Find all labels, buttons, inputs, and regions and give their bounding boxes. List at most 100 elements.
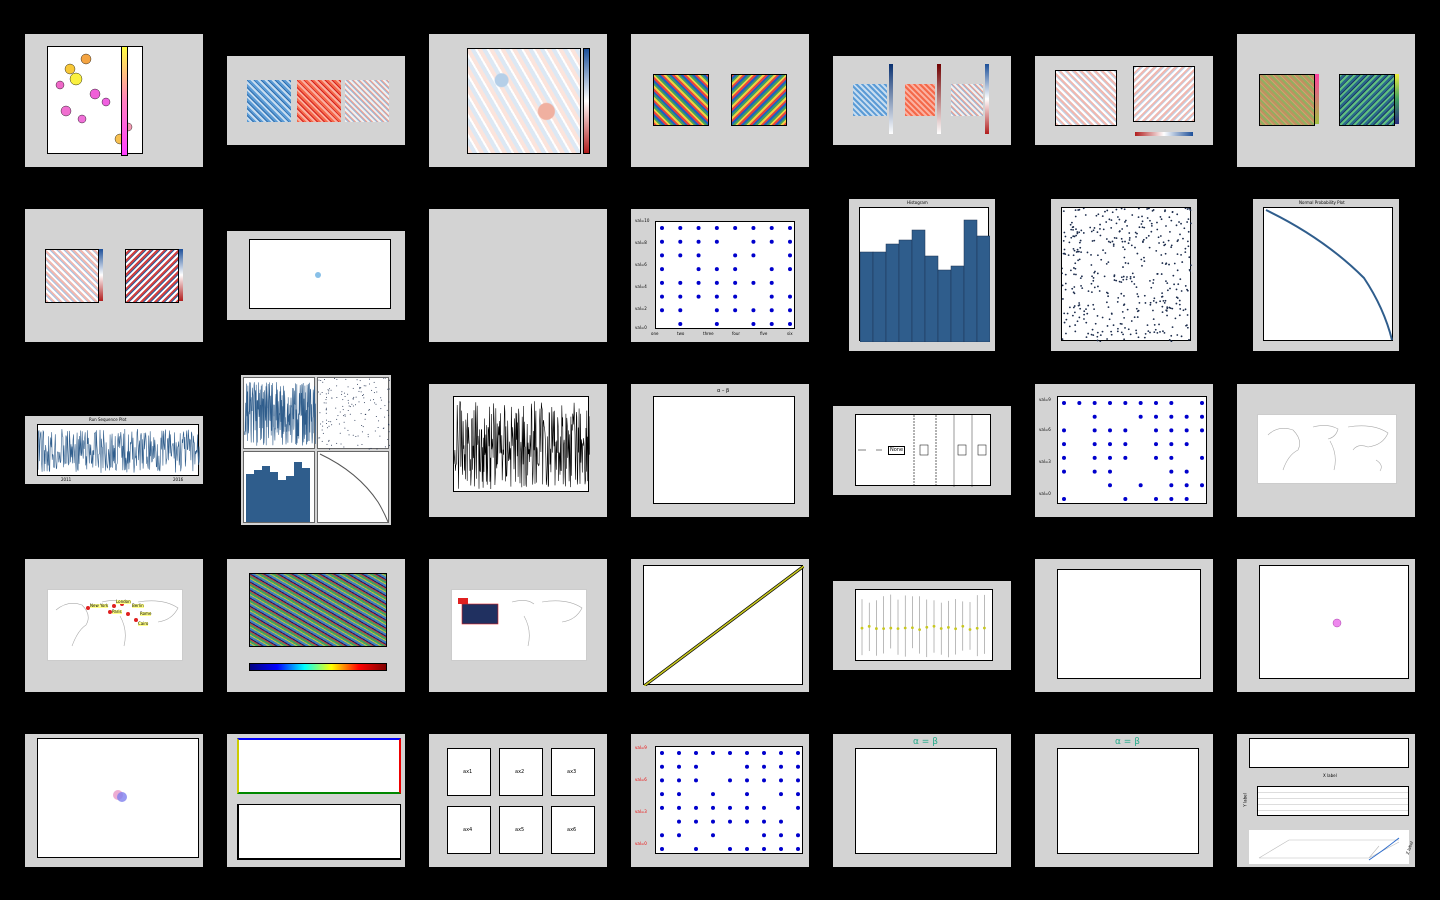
scatter-point xyxy=(1096,335,1099,338)
dot-marker xyxy=(779,778,783,783)
thumb-alpha-beta-1[interactable]: α = β xyxy=(833,734,1011,867)
thumb-empty[interactable] xyxy=(429,209,607,342)
scatter-point xyxy=(1161,305,1164,308)
thumb-category-dots-red[interactable]: val=9 val=6 val=3 val=0 xyxy=(631,734,809,867)
thumb-single-point[interactable] xyxy=(227,231,405,320)
plot-area xyxy=(643,565,804,686)
scatter-point xyxy=(363,397,365,399)
colorbar xyxy=(121,46,128,156)
thumb-three-panel-3d[interactable]: X label Y label Z label xyxy=(1237,734,1415,867)
dot-marker xyxy=(678,253,683,258)
thumb-run-sequence[interactable]: Run Sequence Plot 2011 2016 xyxy=(25,416,203,484)
dot-marker xyxy=(779,751,783,755)
thumb-colored-spines[interactable] xyxy=(227,734,405,867)
scatter-point xyxy=(1173,262,1176,265)
scatter-point xyxy=(374,402,376,404)
scatter-point xyxy=(328,421,330,423)
scatter-point xyxy=(1093,271,1096,274)
thumb-six-subplots[interactable]: ax1 ax2 ax3 ax4 ax5 ax6 xyxy=(429,734,607,867)
thumb-diverging-noise[interactable] xyxy=(429,34,607,167)
scatter-point xyxy=(1075,251,1078,253)
scatter-point xyxy=(344,395,346,397)
dot-marker xyxy=(1123,497,1128,501)
thumb-two-diverging-noise[interactable] xyxy=(25,209,203,342)
thumb-category-dots[interactable]: val=10 val=8 val=6 val=4 val=2 val=0 one… xyxy=(631,209,809,342)
scatter-point xyxy=(1183,227,1186,230)
scatter-point xyxy=(1180,335,1183,338)
thumb-lag-scatter[interactable] xyxy=(1051,199,1197,351)
circles xyxy=(113,790,127,802)
dot-marker xyxy=(733,308,738,313)
dot-marker xyxy=(696,267,701,272)
thumb-two-brown-noise[interactable] xyxy=(1237,34,1415,167)
scatter-point xyxy=(1072,228,1074,231)
scatter-point xyxy=(1080,251,1083,253)
scatter-point xyxy=(1177,283,1180,286)
plot-area xyxy=(1057,748,1199,854)
thumb-whiskers[interactable] xyxy=(833,581,1011,670)
xtick-3: four xyxy=(732,331,741,336)
thumb-alpha-minus-beta[interactable]: α – β xyxy=(631,384,809,517)
thumb-empty-axes[interactable] xyxy=(1035,559,1213,692)
scatter-point xyxy=(343,446,345,448)
thumb-category-dots-nine[interactable]: val=9 val=6 val=3 val=0 xyxy=(1035,384,1213,517)
run-title: Run Sequence Plot xyxy=(89,417,127,422)
thumb-world-cities[interactable]: New York London Berlin Paris Rome Cairo xyxy=(25,559,203,692)
thumb-diagonal[interactable] xyxy=(631,559,809,692)
scatter-point xyxy=(325,412,327,414)
thumb-two-pink-noise[interactable] xyxy=(1035,56,1213,145)
thumb-arrow-diagram[interactable]: None xyxy=(833,406,1011,495)
scatter-point xyxy=(1077,259,1080,262)
dot-marker xyxy=(762,847,766,851)
scatter-point xyxy=(1184,285,1187,287)
scatter-point xyxy=(1140,258,1143,261)
scatter-point xyxy=(1133,276,1135,278)
scatter-point xyxy=(1188,208,1191,210)
scatter-point xyxy=(352,397,354,399)
scatter-point xyxy=(1089,226,1092,229)
thumb-pink-circle[interactable] xyxy=(1237,559,1415,692)
ytick-2: val=6 xyxy=(635,262,647,267)
thumb-overlap-circles[interactable] xyxy=(25,734,203,867)
dot-marker xyxy=(1200,455,1204,460)
scatter-point xyxy=(1135,286,1138,288)
dot-marker xyxy=(733,294,738,299)
scatter-point xyxy=(1077,250,1080,253)
thumb-scatter-colorbar[interactable] xyxy=(25,34,203,167)
thumb-alpha-beta-2[interactable]: α = β xyxy=(1035,734,1213,867)
thumb-four-panel[interactable] xyxy=(241,375,391,525)
scatter-point xyxy=(341,393,343,395)
scatter-point xyxy=(1144,302,1147,304)
xtick-4: five xyxy=(760,331,768,336)
scatter-point xyxy=(1090,254,1092,256)
thumb-us-map[interactable] xyxy=(429,559,607,692)
scatter-point xyxy=(348,434,350,436)
scatter-point xyxy=(347,399,349,401)
thumb-three-noise[interactable] xyxy=(227,56,405,145)
thumb-normal-probability[interactable]: Normal Probability Plot xyxy=(1253,199,1399,351)
thumb-three-noise-cbars[interactable] xyxy=(833,56,1011,145)
dot-marker xyxy=(660,294,664,299)
thumb-jet-map[interactable] xyxy=(227,559,405,692)
scatter-point xyxy=(1146,217,1149,219)
dot-marker xyxy=(1169,455,1174,460)
scatter-point xyxy=(331,424,333,426)
scatter-point xyxy=(1110,219,1113,222)
thumb-date-steps[interactable] xyxy=(429,384,607,517)
dot-marker xyxy=(694,751,698,755)
scatter-point xyxy=(354,404,356,406)
noise-left xyxy=(45,249,99,303)
scatter-point xyxy=(1122,266,1124,268)
scatter-point xyxy=(1096,254,1099,257)
step-lines xyxy=(454,401,590,490)
scatter-point xyxy=(335,407,337,409)
scatter-point xyxy=(336,397,338,399)
scatter-point xyxy=(1110,312,1113,315)
scatter-point xyxy=(1175,288,1178,291)
thumb-two-colorful-noise[interactable] xyxy=(631,34,809,167)
scatter-point xyxy=(1141,220,1144,223)
thumb-histogram[interactable]: Histogram xyxy=(849,199,995,351)
noise-diverging xyxy=(345,80,389,122)
plot-area xyxy=(453,396,590,492)
thumb-world-outline[interactable] xyxy=(1237,384,1415,517)
